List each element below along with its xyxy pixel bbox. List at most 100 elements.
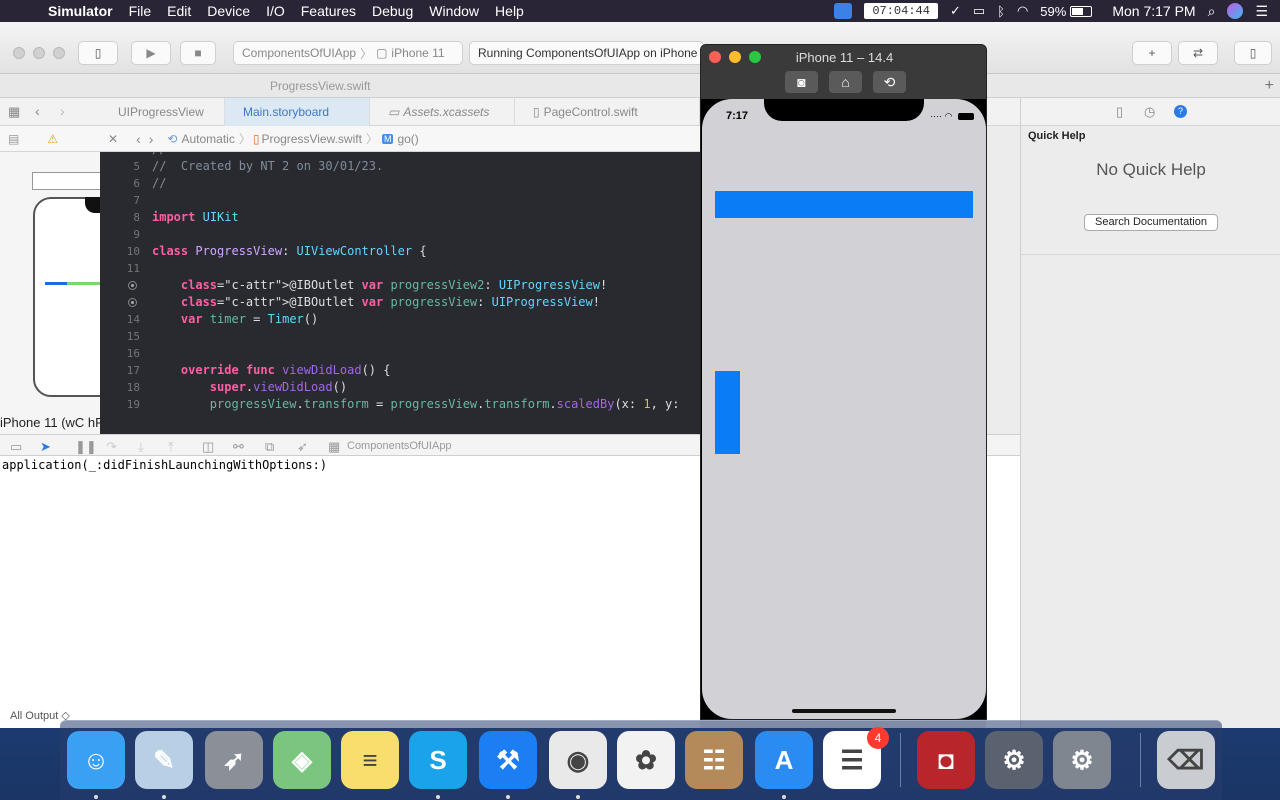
storyboard-canvas[interactable] (0, 152, 100, 410)
home-indicator[interactable] (792, 709, 896, 713)
line-number[interactable]: 16 (100, 345, 140, 362)
battery-icon[interactable] (1070, 5, 1093, 17)
debug-target-label[interactable]: ComponentsOfUIApp (347, 440, 452, 452)
code-editor[interactable]: //5// Created by NT 2 on 30/01/23.6//78i… (100, 152, 700, 434)
tab-pagecontrol[interactable]: ▯ PageControl.swift (515, 98, 700, 126)
line-number[interactable]: 7 (100, 192, 140, 209)
breakpoints-toggle-icon[interactable]: ➤ (40, 439, 51, 455)
simulator-icon[interactable]: A (755, 731, 813, 789)
menu-features[interactable]: Features (293, 0, 364, 22)
finder-icon[interactable]: ☺ (67, 731, 125, 789)
window-minimize-button[interactable] (33, 47, 45, 59)
launchpad-icon[interactable]: ➶ (205, 731, 263, 789)
battery-percent[interactable]: 59% (1040, 4, 1066, 19)
hide-debug-area-icon[interactable]: ▭ (10, 439, 22, 455)
close-editor-icon[interactable]: ✕ (108, 132, 118, 146)
menu-help[interactable]: Help (487, 0, 532, 22)
code-review-button[interactable]: ⇄ (1178, 41, 1218, 65)
chrome-icon[interactable]: ◉ (549, 731, 607, 789)
menu-window[interactable]: Window (421, 0, 487, 22)
navigator-toggle-button[interactable]: ▯ (78, 41, 118, 65)
menu-file[interactable]: File (121, 0, 160, 22)
spotlight-search-icon[interactable]: ⌕ (1208, 3, 1216, 20)
line-number[interactable]: 14 (100, 311, 140, 328)
back-arrow-icon[interactable]: ‹ (136, 131, 141, 147)
home-button[interactable]: ⌂ (829, 71, 862, 93)
menu-io[interactable]: I/O (258, 0, 293, 22)
environment-overrides-icon[interactable]: ⧉ (265, 439, 274, 455)
line-number[interactable]: 17 (100, 362, 140, 379)
gear-icon[interactable]: ⚙ (1053, 731, 1111, 789)
line-number[interactable]: 5 (100, 158, 140, 175)
back-arrow-icon[interactable]: ‹ (35, 103, 40, 119)
window-zoom-button[interactable] (53, 47, 65, 59)
xcode-icon[interactable]: ⚒ (479, 731, 537, 789)
library-button[interactable]: + (1132, 41, 1172, 65)
inspector-toggle-button[interactable]: ▯ (1234, 41, 1272, 65)
line-number[interactable]: 9 (100, 226, 140, 243)
photobooth-icon[interactable]: ◘ (917, 731, 975, 789)
location-icon[interactable]: ➶ (297, 439, 308, 455)
skype-icon[interactable]: S (409, 731, 467, 789)
line-number[interactable]: 8 (100, 209, 140, 226)
maps-icon[interactable]: ◈ (273, 731, 331, 789)
step-over-icon[interactable]: ↷ (106, 439, 117, 455)
tab-assets[interactable]: ▭ Assets.xcassets (370, 98, 515, 126)
pause-icon[interactable]: ❚❚ (75, 439, 97, 455)
scheme-selector[interactable]: ComponentsOfUIApp 〉 ▢ iPhone 11 (233, 41, 463, 65)
history-inspector-icon[interactable]: ◷ (1144, 104, 1155, 120)
menu-debug[interactable]: Debug (364, 0, 421, 22)
contacts-icon[interactable]: ☷ (685, 731, 743, 789)
tab-uiprogressview[interactable]: UIProgressView (100, 98, 225, 126)
line-number[interactable]: 11 (100, 260, 140, 277)
grid-icon[interactable]: ▦ (8, 104, 20, 120)
preview-icon[interactable]: ✎ (135, 731, 193, 789)
line-number[interactable]: 15 (100, 328, 140, 345)
stop-button[interactable]: ■ (180, 41, 216, 65)
line-number[interactable]: 10 (100, 243, 140, 260)
notification-check-icon[interactable]: ✓ (950, 3, 961, 19)
siri-icon[interactable] (1227, 3, 1244, 19)
output-filter-dropdown[interactable]: All Output ◇ (10, 709, 70, 722)
window-close-button[interactable] (13, 47, 25, 59)
line-number[interactable]: 19 (100, 396, 140, 413)
related-items-icon[interactable]: ⟲ (167, 132, 177, 146)
canvas-phone-frame[interactable] (33, 197, 100, 397)
forward-arrow-icon[interactable]: › (149, 131, 154, 147)
menubar-datetime[interactable]: Mon 7:17 PM (1112, 3, 1195, 19)
menu-device[interactable]: Device (199, 0, 258, 22)
trash-icon[interactable]: ⌫ (1157, 731, 1215, 789)
add-tab-icon[interactable]: + (1265, 77, 1274, 95)
notification-center-icon[interactable]: ☰ (1255, 3, 1268, 20)
canvas-text-field[interactable] (32, 172, 100, 190)
notes-icon[interactable]: ≡ (341, 731, 399, 789)
memory-graph-icon[interactable]: ⚯ (233, 439, 244, 455)
screen-capture-icon[interactable] (834, 3, 853, 19)
step-out-icon[interactable]: ⤒ (168, 439, 174, 455)
tab-main-storyboard[interactable]: Main.storyboard (225, 98, 370, 126)
jump-method[interactable]: go() (397, 132, 418, 146)
file-inspector-icon[interactable]: ▯ (1116, 104, 1123, 120)
quick-help-icon[interactable]: ? (1174, 105, 1187, 118)
rotate-button[interactable]: ⟲ (873, 71, 906, 93)
console-area[interactable]: application(_:didFinishLaunchingWithOpti… (0, 456, 700, 728)
clock-widget[interactable]: 07:04:44 (864, 3, 938, 19)
jump-automatic[interactable]: Automatic (181, 132, 234, 146)
line-number[interactable]: 18 (100, 379, 140, 396)
line-number[interactable]: 6 (100, 175, 140, 192)
outlet-connection-icon[interactable] (128, 298, 137, 307)
outlet-connection-icon[interactable] (128, 281, 137, 290)
bluetooth-icon[interactable]: ᛒ (997, 4, 1005, 19)
step-into-icon[interactable]: ⤓ (138, 439, 144, 455)
iphone-display[interactable]: 7:17 ···· ◠ (702, 99, 986, 719)
jump-file[interactable]: ProgressView.swift (261, 132, 361, 146)
menu-edit[interactable]: Edit (159, 0, 199, 22)
view-hierarchy-icon[interactable]: ◫ (202, 439, 214, 455)
run-button[interactable]: ▶ (131, 41, 171, 65)
menu-app-name[interactable]: Simulator (40, 0, 121, 22)
airplay-icon[interactable]: ▭ (973, 3, 985, 19)
sysinfo-icon[interactable]: ⚙ (985, 731, 1043, 789)
search-documentation-button[interactable]: Search Documentation (1084, 214, 1218, 231)
wifi-icon[interactable]: ◠ (1017, 3, 1028, 19)
warning-icon[interactable]: ⚠ (47, 132, 58, 146)
